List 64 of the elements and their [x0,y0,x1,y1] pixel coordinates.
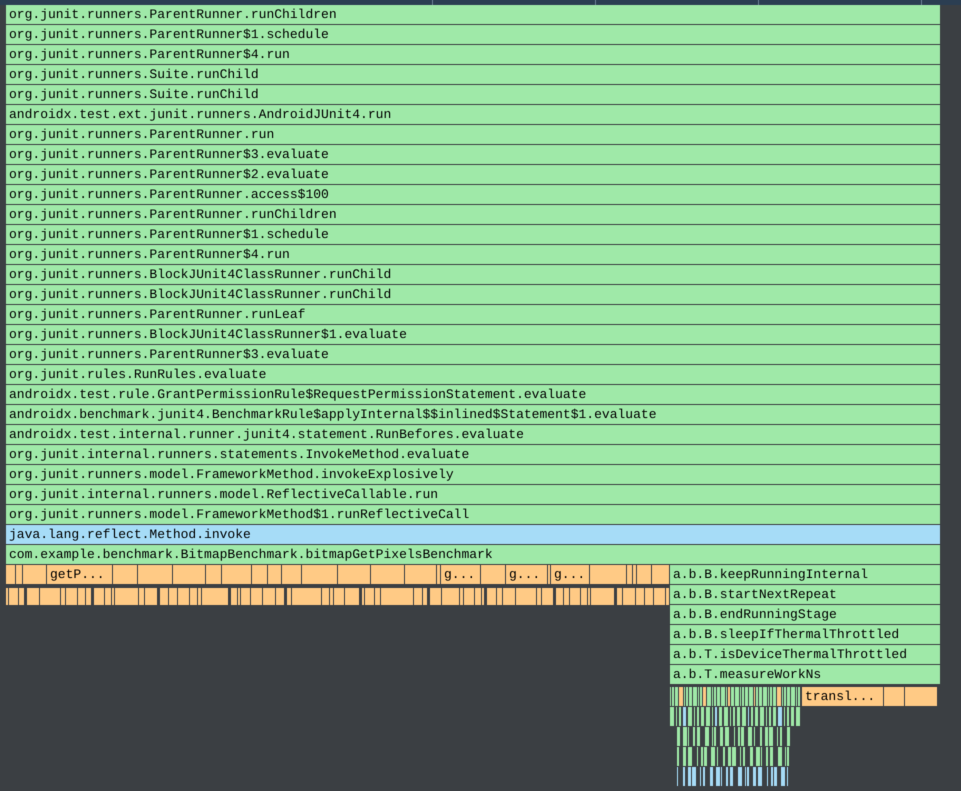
call-frame[interactable]: androidx.test.ext.junit.runners.AndroidJUnit4.run [6,105,941,125]
call-frame[interactable]: getP... [47,565,113,585]
call-frame[interactable]: transl... [802,687,884,707]
call-frame[interactable] [16,565,23,585]
call-frame[interactable]: org.junit.runners.ParentRunner$1.schedule [6,225,941,245]
call-frame[interactable]: androidx.test.internal.runner.junit4.statement.RunBefores.evaluate [6,425,941,445]
call-frame[interactable]: org.junit.runners.BlockJUnit4ClassRunner.runChild [6,285,941,305]
call-frame[interactable]: org.junit.rules.RunRules.evaluate [6,365,941,385]
call-frame[interactable]: org.junit.internal.runners.statements.InvokeMethod.evaluate [6,445,941,465]
call-frame[interactable]: org.junit.runners.BlockJUnit4ClassRunner$1.evaluate [6,325,941,345]
call-frame[interactable] [252,565,268,585]
call-frame[interactable] [548,565,551,585]
call-frame[interactable]: g... [441,565,481,585]
call-frame[interactable]: androidx.benchmark.junit4.BenchmarkRule$applyInternal$$inlined$Statement$1.evaluate [6,405,941,425]
call-frame[interactable] [222,565,252,585]
call-frame[interactable]: org.junit.runners.ParentRunner.runChildren [6,205,941,225]
call-frame[interactable] [405,565,437,585]
call-frame[interactable]: com.example.benchmark.BitmapBenchmark.bitmapGetPixelsBenchmark [6,545,941,565]
call-frame[interactable] [302,565,338,585]
call-frame[interactable]: org.junit.runners.ParentRunner$2.evaluate [6,165,941,185]
call-frame[interactable]: org.junit.runners.ParentRunner$4.run [6,45,941,65]
call-frame[interactable]: g... [506,565,548,585]
call-frame[interactable] [481,565,506,585]
call-frame[interactable]: g... [551,565,590,585]
call-frame[interactable]: a.b.T.isDeviceThermalThrottled [670,645,941,665]
call-frame[interactable]: org.junit.runners.BlockJUnit4ClassRunner.runChild [6,265,941,285]
call-frame[interactable]: org.junit.runners.ParentRunner.access$100 [6,185,941,205]
call-frame[interactable] [637,565,652,585]
call-frame[interactable] [268,565,282,585]
call-frame[interactable]: org.junit.runners.Suite.runChild [6,65,941,85]
call-frame[interactable]: org.junit.internal.runners.model.ReflectiveCallable.run [6,485,941,505]
call-frame[interactable]: org.junit.runners.ParentRunner.run [6,125,941,145]
call-frame[interactable]: org.junit.runners.model.FrameworkMethod$1.runReflectiveCall [6,505,941,525]
call-frame[interactable] [23,565,47,585]
call-frame[interactable]: org.junit.runners.ParentRunner$3.evaluate [6,145,941,165]
call-frame[interactable]: a.b.B.startNextRepeat [670,585,941,605]
call-frame[interactable]: a.b.T.measureWorkNs [670,665,941,685]
call-frame[interactable] [371,565,405,585]
call-frame[interactable] [633,565,637,585]
call-frame[interactable]: a.b.B.endRunningStage [670,605,941,625]
call-frame[interactable]: org.junit.runners.ParentRunner.runChildren [6,5,941,25]
call-frame[interactable] [884,687,905,707]
call-frame[interactable] [282,565,302,585]
call-frame[interactable] [627,565,633,585]
call-frame[interactable]: org.junit.runners.Suite.runChild [6,85,941,105]
call-frame[interactable] [173,565,206,585]
call-frame[interactable] [338,565,371,585]
call-frame[interactable]: java.lang.reflect.Method.invoke [6,525,941,545]
call-frame[interactable]: org.junit.runners.ParentRunner.runLeaf [6,305,941,325]
call-frame[interactable]: org.junit.runners.ParentRunner$3.evaluate [6,345,941,365]
call-frame[interactable]: org.junit.runners.model.FrameworkMethod.invokeExplosively [6,465,941,485]
call-frame[interactable] [652,565,670,585]
call-frame[interactable] [138,565,173,585]
call-frame[interactable]: a.b.B.sleepIfThermalThrottled [670,625,941,645]
call-frame[interactable] [113,565,138,585]
call-frame[interactable] [6,565,16,585]
call-frame[interactable]: org.junit.runners.ParentRunner$4.run [6,245,941,265]
call-frame[interactable]: a.b.B.keepRunningInternal [670,565,941,585]
call-frame[interactable] [905,687,938,707]
call-frame[interactable]: androidx.test.rule.GrantPermissionRule$RequestPermissionStatement.evaluate [6,385,941,405]
call-frame[interactable] [206,565,222,585]
call-frame[interactable] [437,565,441,585]
call-frame[interactable]: org.junit.runners.ParentRunner$1.schedule [6,25,941,45]
call-frame[interactable] [590,565,627,585]
